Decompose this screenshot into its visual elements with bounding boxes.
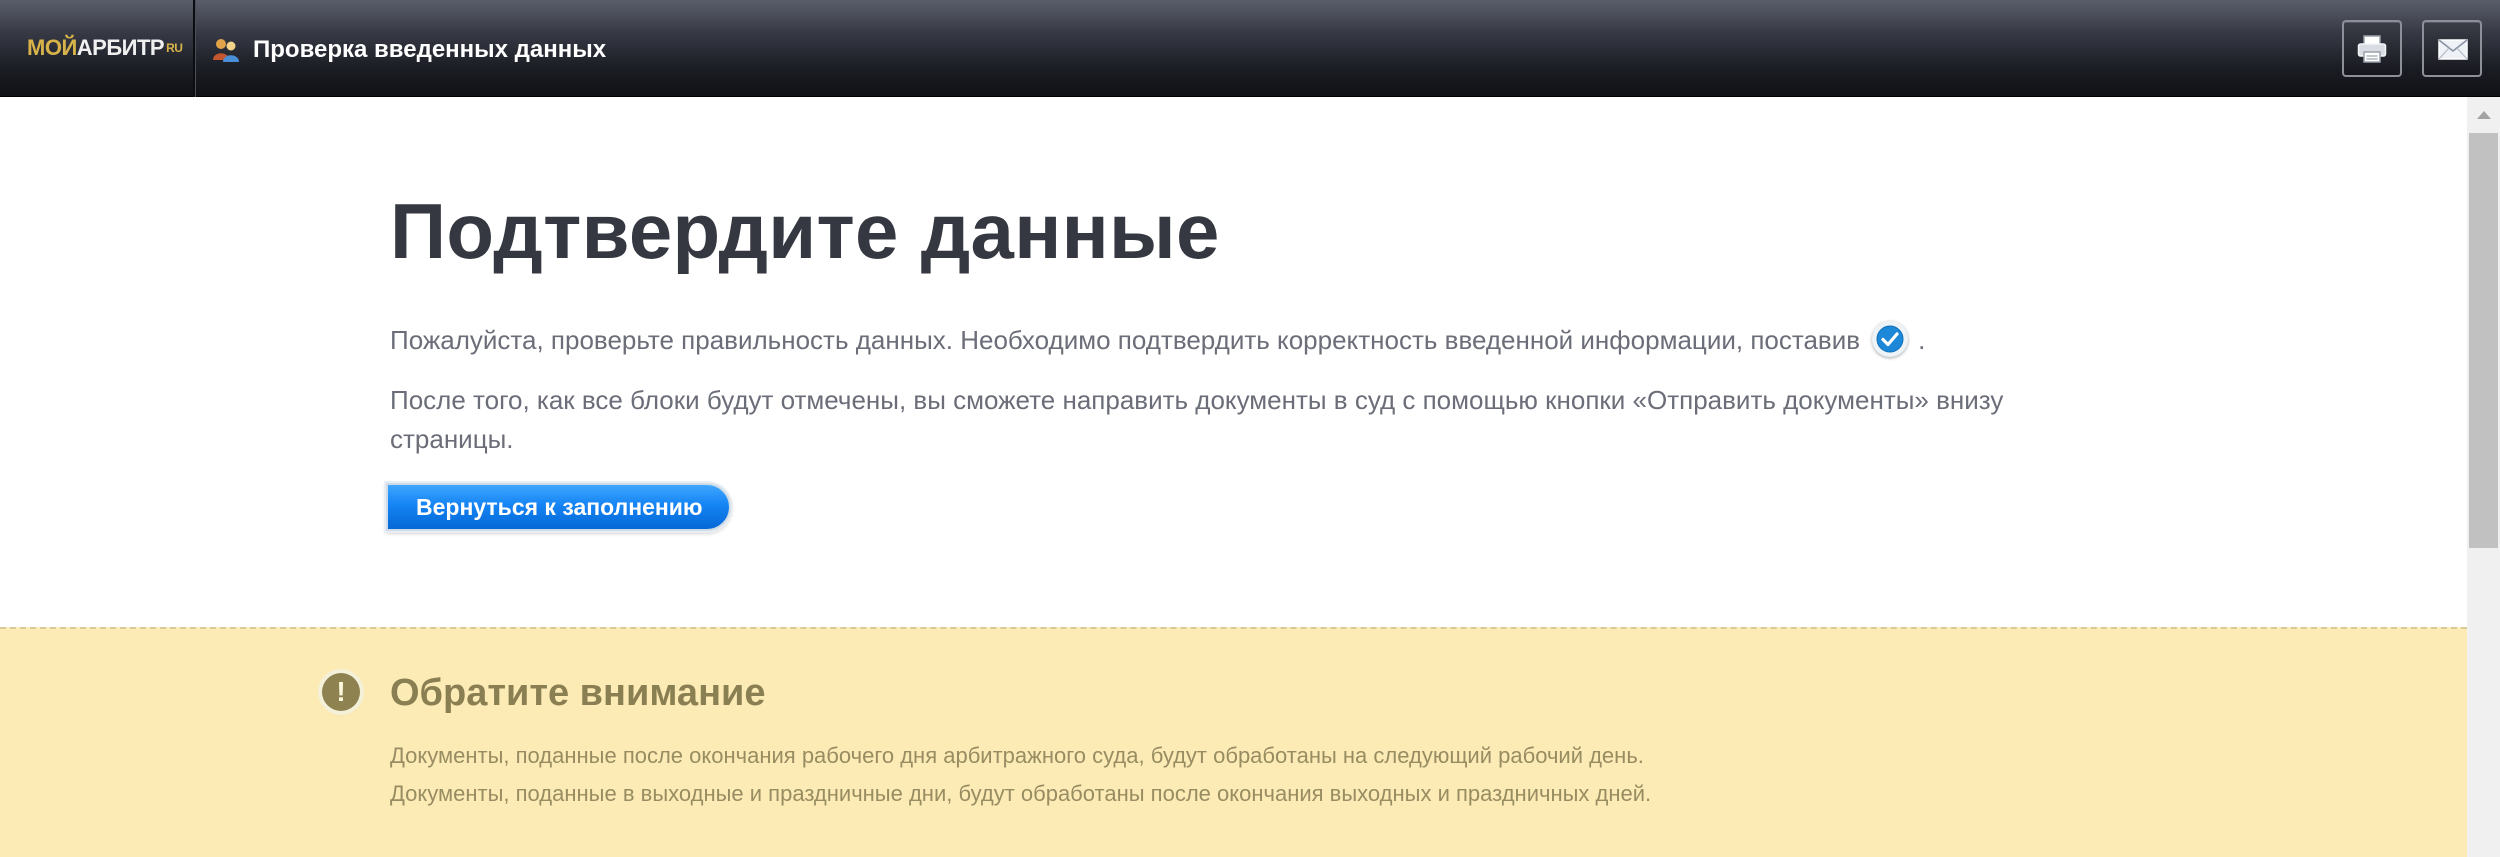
logo-arbitr: АРБИТР xyxy=(76,35,165,60)
instruction-text-end: . xyxy=(1918,325,1926,355)
logo-box[interactable]: МОЙАРБИТР RU xyxy=(0,0,195,97)
notice-panel: ! Обратите внимание Документы, поданные … xyxy=(0,627,2467,857)
logo-ru: RU xyxy=(166,41,183,55)
notice-text: Документы, поданные в выходные и праздни… xyxy=(390,781,1652,806)
checkmark-icon xyxy=(1872,321,1909,358)
printer-icon xyxy=(2357,35,2387,63)
users-icon xyxy=(212,36,240,64)
notice-text: Документы, поданные после окончания рабо… xyxy=(390,743,1644,768)
scroll-up-arrow-icon[interactable] xyxy=(2467,97,2500,131)
envelope-icon xyxy=(2438,39,2468,60)
back-to-filling-button[interactable]: Вернуться к заполнению xyxy=(386,483,731,531)
instruction-text: Пожалуйста, проверьте правильность данны… xyxy=(390,325,1861,355)
logo[interactable]: МОЙАРБИТР RU xyxy=(27,35,183,60)
exclamation-icon: ! xyxy=(322,673,360,711)
main-content: Подтвердите данные Пожалуйста, проверьте… xyxy=(0,98,2467,857)
page-header-title: Проверка введенных данных xyxy=(253,36,607,63)
print-button[interactable] xyxy=(2342,20,2402,77)
instruction-paragraph-2: После того, как все блоки будут отмечены… xyxy=(390,385,2004,454)
top-bar: МОЙАРБИТР RU Проверка введенных данных xyxy=(0,0,2500,97)
instruction-paragraph: Пожалуйста, проверьте правильность данны… xyxy=(390,321,1926,358)
page-title: Подтвердите данные xyxy=(390,187,1220,275)
notice-title: Обратите внимание xyxy=(390,672,766,714)
scrollbar-thumb[interactable] xyxy=(2469,133,2498,548)
mail-button[interactable] xyxy=(2422,20,2482,77)
vertical-scrollbar[interactable] xyxy=(2467,97,2500,857)
logo-moi: МОЙ xyxy=(27,35,77,60)
back-to-filling-label: Вернуться к заполнению xyxy=(416,494,703,520)
